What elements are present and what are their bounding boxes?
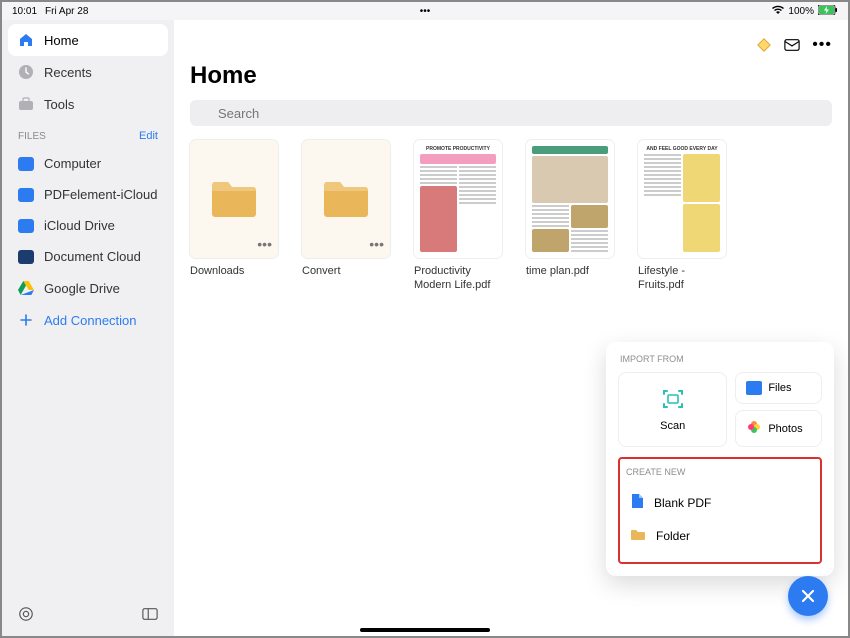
folder-icon <box>322 179 370 219</box>
sidebar-item-pdfelement-icloud[interactable]: PDFelement-iCloud <box>8 179 168 210</box>
item-more-icon[interactable]: ••• <box>257 236 272 252</box>
battery-percent: 100% <box>788 6 814 17</box>
sidebar-item-label: Add Connection <box>44 313 137 328</box>
mail-icon[interactable] <box>784 37 800 53</box>
gdrive-icon <box>18 280 34 296</box>
sidebar-item-label: Google Drive <box>44 281 120 296</box>
sidebar-item-label: iCloud Drive <box>44 218 115 233</box>
import-files-button[interactable]: Files <box>735 372 822 404</box>
create-new-label: CREATE NEW <box>624 467 816 477</box>
more-icon[interactable]: ••• <box>812 36 832 54</box>
status-bar: 10:01 Fri Apr 28 ••• 100% <box>2 2 848 20</box>
create-new-highlight: CREATE NEW Blank PDF Folder <box>618 457 822 564</box>
create-folder-button[interactable]: Folder <box>624 520 816 552</box>
sidebar-item-google-drive[interactable]: Google Drive <box>8 272 168 304</box>
folder-icon <box>210 179 258 219</box>
sidebar-item-document-cloud[interactable]: Document Cloud <box>8 241 168 272</box>
sidebar-item-label: PDFelement-iCloud <box>44 187 157 202</box>
files-section-header: FILES Edit <box>8 120 168 148</box>
import-scan-button[interactable]: Scan <box>618 372 727 447</box>
pdf-icon <box>18 188 34 202</box>
premium-icon[interactable] <box>756 37 772 53</box>
multitask-dots[interactable]: ••• <box>420 6 431 17</box>
status-time: 10:01 <box>12 6 37 17</box>
main-content: ••• Home ••• Downloads ••• <box>174 20 848 636</box>
create-blank-pdf-button[interactable]: Blank PDF <box>624 485 816 520</box>
files-icon <box>746 381 762 395</box>
edit-button[interactable]: Edit <box>139 130 158 142</box>
clock-icon <box>18 64 34 80</box>
item-label: Convert <box>302 264 390 278</box>
photos-icon <box>746 419 762 438</box>
add-connection-button[interactable]: Add Connection <box>8 304 168 336</box>
grid-item-document[interactable]: PROMOTE PRODUCTIVITY Productivity Modern… <box>414 140 502 293</box>
sidebar-item-recents[interactable]: Recents <box>8 56 168 88</box>
create-popup: IMPORT FROM Scan Files <box>606 342 834 576</box>
folder-icon <box>630 528 646 544</box>
plus-icon <box>18 312 34 328</box>
battery-icon <box>818 5 838 18</box>
toolbox-icon <box>18 96 34 112</box>
sidebar-item-home[interactable]: Home <box>8 24 168 56</box>
sidebar-toggle-icon[interactable] <box>142 606 158 622</box>
computer-icon <box>18 157 34 171</box>
cloud-icon <box>18 219 34 233</box>
wifi-icon <box>772 5 784 18</box>
import-from-label: IMPORT FROM <box>618 354 822 364</box>
grid-item-folder[interactable]: ••• Downloads <box>190 140 278 293</box>
item-label: Downloads <box>190 264 278 278</box>
sidebar-item-label: Home <box>44 33 79 48</box>
status-date: Fri Apr 28 <box>45 6 88 17</box>
sidebar-item-label: Document Cloud <box>44 249 141 264</box>
items-grid: ••• Downloads ••• Convert PROMOTE PRODUC… <box>190 140 832 293</box>
item-label: time plan.pdf <box>526 264 614 278</box>
sidebar-item-computer[interactable]: Computer <box>8 148 168 179</box>
item-more-icon[interactable]: ••• <box>369 236 384 252</box>
home-icon <box>18 32 34 48</box>
item-label: Productivity Modern Life.pdf <box>414 264 502 293</box>
item-label: Lifestyle - Fruits.pdf <box>638 264 726 293</box>
import-photos-button[interactable]: Photos <box>735 410 822 447</box>
sidebar-item-icloud-drive[interactable]: iCloud Drive <box>8 210 168 241</box>
search-input[interactable] <box>190 100 832 126</box>
settings-icon[interactable] <box>18 606 34 622</box>
close-fab-button[interactable] <box>788 576 828 616</box>
blank-pdf-icon <box>630 493 644 512</box>
sidebar-item-label: Tools <box>44 97 74 112</box>
grid-item-folder[interactable]: ••• Convert <box>302 140 390 293</box>
page-title: Home <box>190 62 832 90</box>
doccloud-icon <box>18 250 34 264</box>
sidebar: Home Recents Tools FILES Edit Computer P… <box>2 20 174 636</box>
home-indicator[interactable] <box>360 628 490 632</box>
sidebar-item-label: Computer <box>44 156 101 171</box>
grid-item-document[interactable]: time plan.pdf <box>526 140 614 293</box>
close-icon <box>800 588 816 604</box>
grid-item-document[interactable]: AND FEEL GOOD EVERY DAY Lifestyle - Frui… <box>638 140 726 293</box>
scan-icon <box>661 387 685 414</box>
sidebar-item-tools[interactable]: Tools <box>8 88 168 120</box>
sidebar-item-label: Recents <box>44 65 92 80</box>
